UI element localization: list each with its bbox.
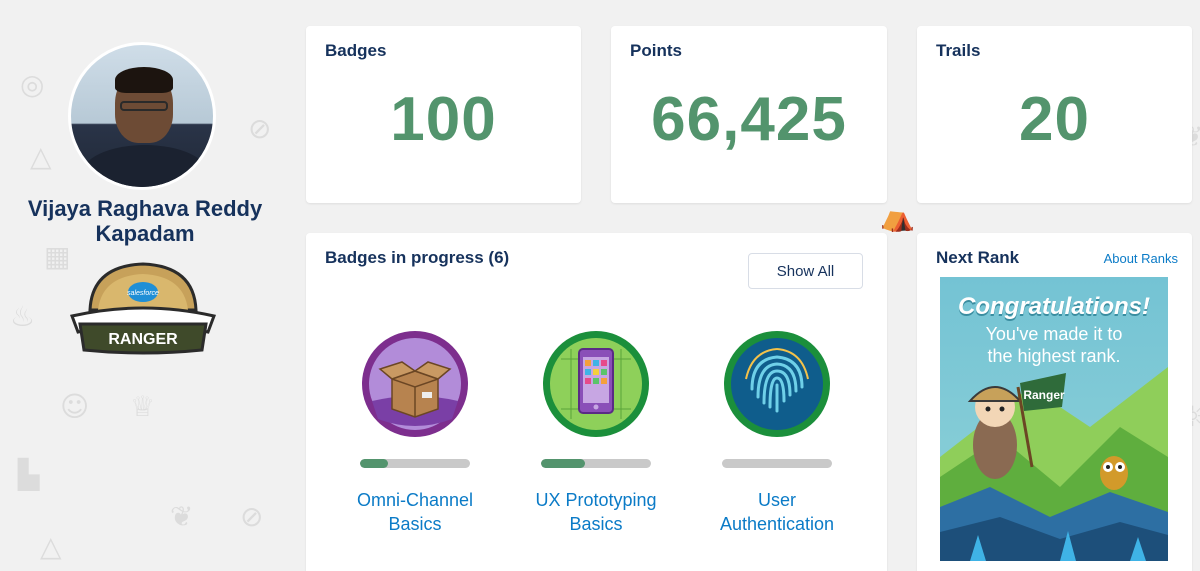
badge-link-omni-channel[interactable]: Omni-Channel Basics xyxy=(325,488,505,536)
badge-label-line2: Basics xyxy=(388,514,442,534)
badge-user-authentication[interactable]: User Authentication xyxy=(687,329,867,536)
next-rank-title: Next Rank xyxy=(936,248,1020,267)
rank-brand-text: salesforce xyxy=(127,290,159,297)
avatar[interactable] xyxy=(68,42,216,190)
trails-stat-value: 20 xyxy=(1019,85,1090,154)
badge-label-line1: UX Prototyping xyxy=(535,490,657,510)
badges-in-progress-title: Badges in progress (6) xyxy=(325,248,510,267)
open-box-icon xyxy=(362,331,468,437)
profile-panel: Vijaya Raghava Reddy Kapadam salesforce … xyxy=(0,0,290,571)
rank-label: RANGER xyxy=(108,331,178,348)
tent-icon: ⛺ xyxy=(880,200,915,233)
show-all-button[interactable]: Show All xyxy=(748,253,863,289)
badge-progress-fill xyxy=(541,459,585,468)
badge-progress-bar xyxy=(541,459,651,468)
trails-stat-label: Trails xyxy=(936,41,981,60)
poster-line-2: the highest rank. xyxy=(987,346,1121,366)
points-stat-card: Points 66,425 xyxy=(611,26,887,203)
poster-flag-text: Ranger xyxy=(1023,388,1065,402)
badge-label-line2: Basics xyxy=(569,514,623,534)
badge-link-user-authentication[interactable]: User Authentication xyxy=(687,488,867,536)
fingerprint-icon xyxy=(724,331,830,437)
phone-prototype-icon xyxy=(543,331,649,437)
badge-label-line2: Authentication xyxy=(719,514,835,534)
points-stat-value: 66,425 xyxy=(651,85,847,154)
about-ranks-link[interactable]: About Ranks xyxy=(1104,251,1178,266)
ranger-rank-badge-icon: salesforce RANGER xyxy=(69,262,217,355)
badges-stat-value: 100 xyxy=(390,85,497,154)
badge-progress-bar xyxy=(722,459,832,468)
badges-stat-label: Badges xyxy=(325,41,387,60)
next-rank-card: Next Rank About Ranks Ranger Congratulat… xyxy=(917,233,1192,571)
badge-link-ux-prototyping[interactable]: UX Prototyping Basics xyxy=(506,488,686,536)
badges-in-progress-card: Badges in progress (6) Show All Omni-Cha… xyxy=(306,233,887,571)
badge-omni-channel[interactable]: Omni-Channel Basics xyxy=(325,329,505,536)
poster-title: Congratulations! xyxy=(958,293,1150,320)
poster-line-1: You've made it to xyxy=(985,324,1123,344)
badge-ux-prototyping[interactable]: UX Prototyping Basics xyxy=(506,329,686,536)
profile-name: Vijaya Raghava Reddy Kapadam xyxy=(27,196,263,246)
highest-rank-poster: Ranger Congratulations! You've made it t… xyxy=(940,277,1168,561)
badge-progress-bar xyxy=(360,459,470,468)
trails-stat-card: Trails 20 xyxy=(917,26,1192,203)
badge-label-line1: User xyxy=(757,490,796,510)
badge-label-line1: Omni-Channel xyxy=(356,490,474,510)
points-stat-label: Points xyxy=(630,41,682,60)
poster-subtitle: You've made it to the highest rank. xyxy=(940,323,1168,367)
badge-progress-fill xyxy=(360,459,388,468)
badges-stat-card: Badges 100 xyxy=(306,26,581,203)
